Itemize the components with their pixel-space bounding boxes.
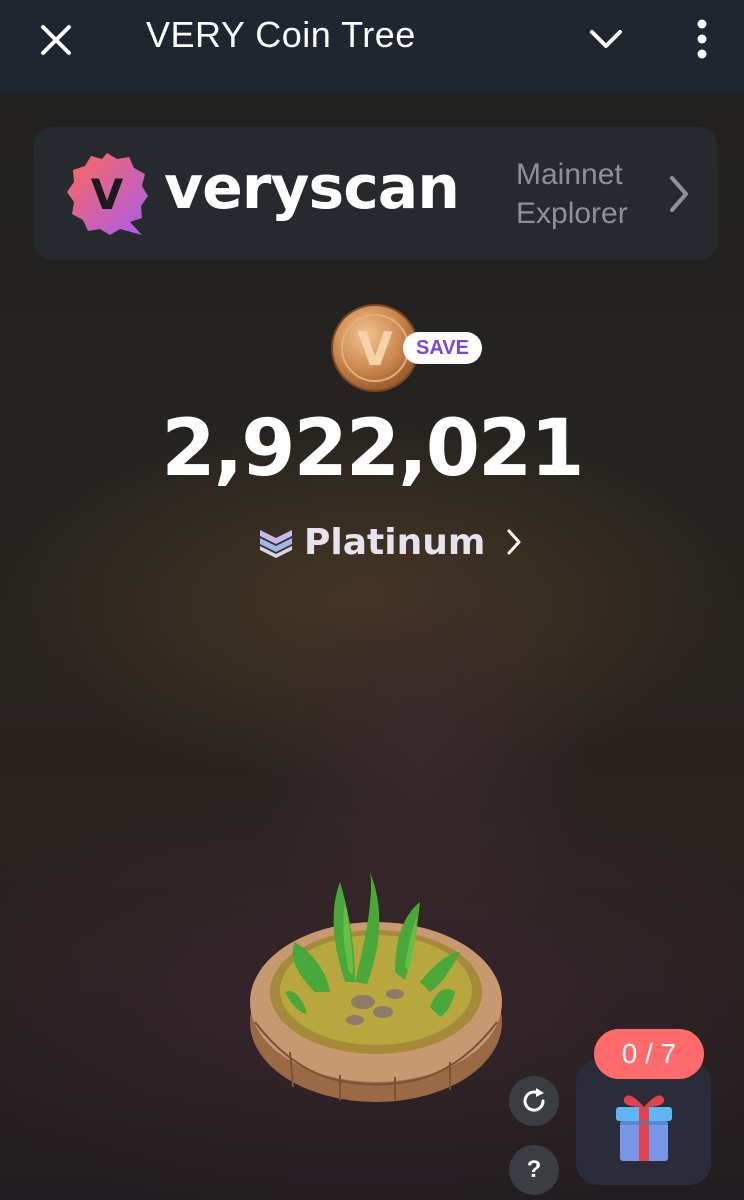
explorer-line-1: Mainnet — [516, 158, 623, 191]
gift-box-icon[interactable] — [610, 1085, 678, 1165]
tier-chevron-right-icon — [507, 529, 521, 555]
coin-balance: 2,922,021 — [161, 404, 584, 494]
veryscan-logo-icon: V — [67, 153, 148, 235]
help-button[interactable]: ? — [509, 1145, 559, 1195]
help-label: ? — [526, 1156, 542, 1183]
refresh-icon — [523, 1088, 545, 1112]
chevron-down-icon[interactable] — [584, 18, 628, 62]
mainnet-explorer-label: Mainnet Explorer — [516, 155, 646, 233]
coin-letter: V — [357, 322, 393, 376]
veryscan-brand: veryscan — [164, 153, 460, 223]
gift-counter-badge: 0 / 7 — [594, 1029, 704, 1079]
chevron-right-icon — [670, 176, 688, 212]
page-title: VERY Coin Tree — [146, 14, 416, 55]
tier-link[interactable]: Platinum — [258, 518, 523, 566]
refresh-button[interactable] — [509, 1076, 559, 1126]
coin-tree-screen: VERY Coin Tree V veryscan Mainnet Explor… — [0, 0, 744, 1200]
tier-label: Platinum — [304, 521, 486, 563]
plant-pot-image[interactable] — [245, 862, 507, 1110]
more-vertical-icon[interactable] — [684, 14, 720, 64]
logo-letter: V — [91, 170, 124, 219]
explorer-line-2: Explorer — [516, 197, 628, 230]
platinum-tier-icon — [260, 530, 292, 558]
save-badge[interactable]: SAVE — [403, 332, 482, 364]
close-icon[interactable] — [34, 18, 78, 62]
app-bar: VERY Coin Tree — [0, 0, 744, 92]
veryscan-banner[interactable]: V veryscan Mainnet Explorer — [34, 127, 717, 260]
